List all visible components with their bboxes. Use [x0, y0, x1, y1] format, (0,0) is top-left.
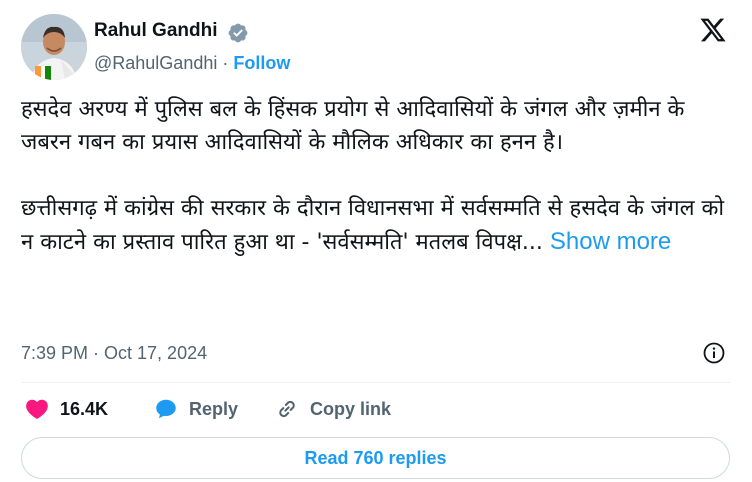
divider [21, 382, 731, 383]
like-button[interactable]: 16.4K [24, 396, 108, 422]
heart-icon [26, 399, 48, 419]
read-replies-button[interactable]: Read 760 replies [21, 437, 730, 479]
follow-button[interactable]: Follow [233, 53, 290, 73]
author-name[interactable]: Rahul Gandhi [94, 20, 218, 42]
separator: · [222, 53, 229, 73]
like-count: 16.4K [60, 398, 109, 419]
copy-link-button[interactable]: Copy link [274, 396, 391, 422]
reply-label: Reply [189, 398, 239, 419]
avatar[interactable] [21, 14, 87, 80]
tweet-paragraph-1: हसदेव अरण्य में पुलिस बल के हिंसक प्रयोग… [21, 97, 685, 155]
timestamp[interactable]: 7:39 PM · Oct 17, 2024 [21, 343, 207, 364]
verified-badge-icon [228, 23, 248, 43]
tweet-text: हसदेव अरण्य में पुलिस बल के हिंसक प्रयोग… [21, 93, 736, 259]
link-icon [279, 400, 295, 418]
tweet-paragraph-2: छत्तीसगढ़ में कांग्रेस की सरकार के दौरान… [21, 192, 736, 259]
info-icon[interactable] [702, 341, 726, 365]
show-more-link[interactable]: Show more [550, 228, 671, 255]
x-logo-icon[interactable] [698, 16, 728, 44]
reply-bubble-icon [156, 399, 176, 419]
handle-row: @RahulGandhi · Follow [94, 53, 290, 74]
copy-link-label: Copy link [310, 398, 392, 419]
author-handle[interactable]: @RahulGandhi [94, 53, 217, 73]
reply-button[interactable]: Reply [153, 396, 238, 422]
